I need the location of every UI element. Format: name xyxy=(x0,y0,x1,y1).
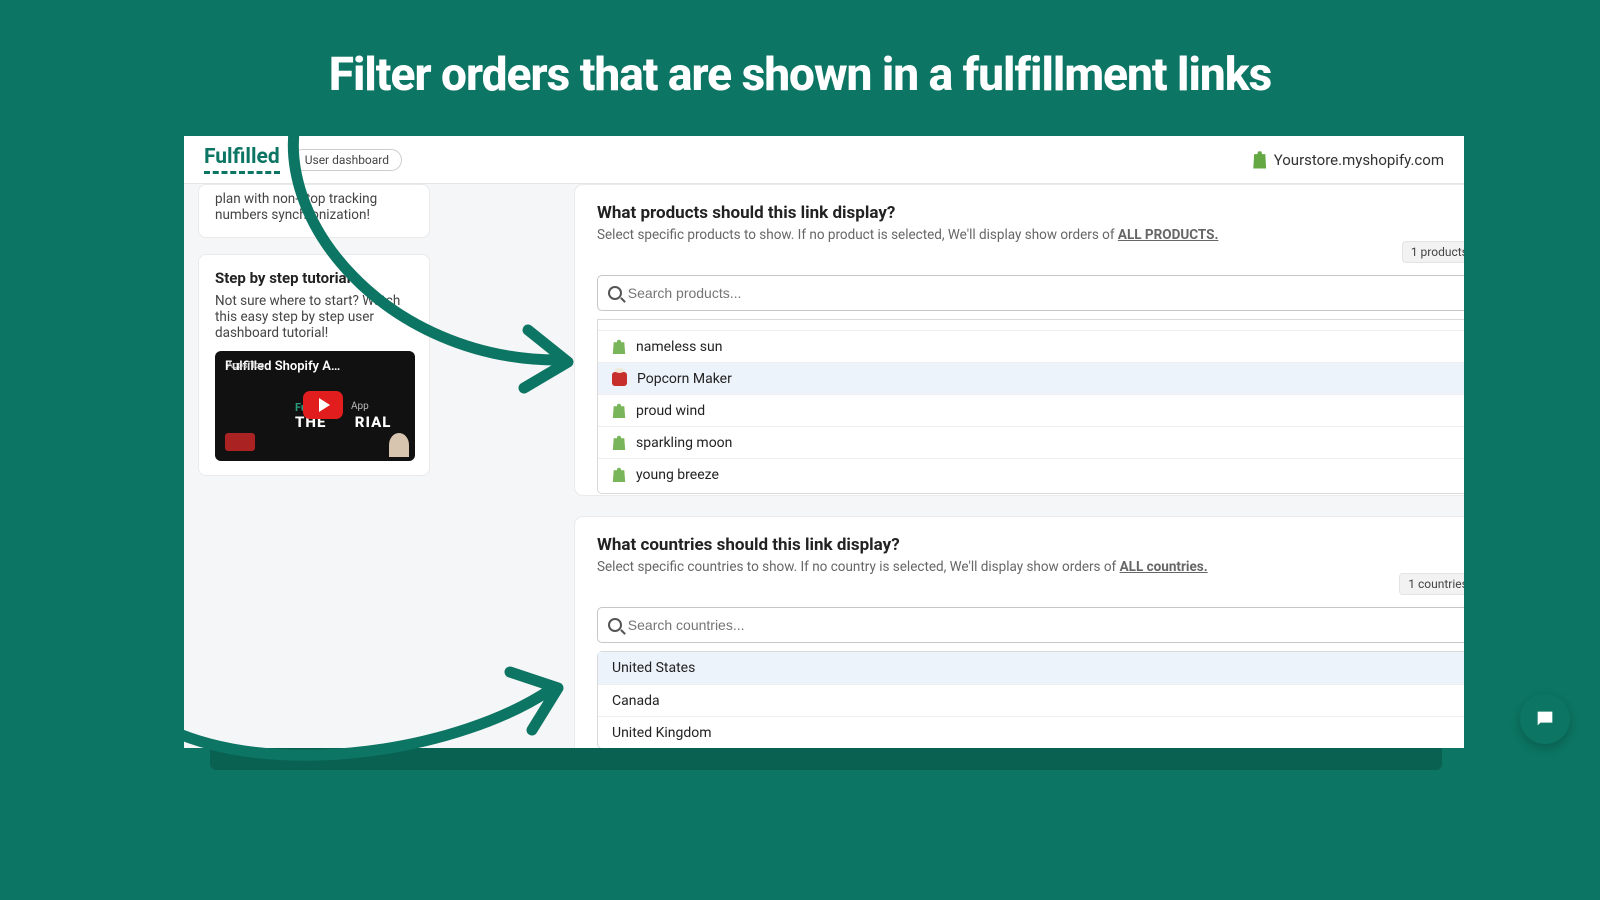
list-item-label: Canada xyxy=(612,693,660,709)
sidebar: plan with non-stop tracking numbers sync… xyxy=(198,184,430,492)
tutorial-card: Step by step tutorial Not sure where to … xyxy=(198,254,430,476)
plan-teaser-text: plan with non-stop tracking numbers sync… xyxy=(215,191,377,223)
video-channel: Appsfilcs xyxy=(227,361,264,371)
topbar: Fulfilled User dashboard Yourstore.mysho… xyxy=(184,136,1464,184)
products-selected-badge: 1 products selected xyxy=(1402,241,1464,263)
countries-listbox[interactable]: United States Canada United Kingdom xyxy=(597,651,1464,748)
list-item-label: nameless sun xyxy=(636,339,722,355)
list-item[interactable]: young breeze xyxy=(598,458,1464,490)
countries-search-input[interactable] xyxy=(628,617,1464,633)
search-icon xyxy=(608,618,622,632)
chat-button[interactable] xyxy=(1520,694,1570,744)
tutorial-text: Not sure where to start? Watch this easy… xyxy=(215,293,413,341)
countries-selected-badge: 1 countries selected xyxy=(1399,573,1464,595)
shopify-bag-icon xyxy=(612,467,626,482)
countries-title: What countries should this link display? xyxy=(597,535,1464,555)
tutorial-title: Step by step tutorial xyxy=(215,269,413,287)
list-item-label: United Kingdom xyxy=(612,725,712,741)
list-item-label: young breeze xyxy=(636,467,719,483)
video-thumbnail[interactable]: Appsfilcs Fulfilled Shopify A… Ful App T… xyxy=(215,351,415,461)
list-item[interactable]: Popcorn Maker xyxy=(598,362,1464,394)
page-headline: Filter orders that are shown in a fulfil… xyxy=(0,0,1600,102)
products-panel: What products should this link display? … xyxy=(574,184,1464,496)
list-item-label: Popcorn Maker xyxy=(637,371,732,387)
shopify-bag-icon xyxy=(1252,151,1268,169)
app-window: Fulfilled User dashboard Yourstore.mysho… xyxy=(184,136,1464,748)
shopify-bag-icon xyxy=(612,339,626,354)
countries-panel: What countries should this link display?… xyxy=(574,516,1464,748)
list-item-label: proud wind xyxy=(636,403,705,419)
countries-search[interactable] xyxy=(597,607,1464,643)
popcorn-icon xyxy=(612,372,627,386)
products-search-input[interactable] xyxy=(628,285,1464,301)
list-item[interactable]: United States xyxy=(598,652,1464,684)
products-desc: Select specific products to show. If no … xyxy=(597,227,1464,243)
video-overlay-word2: App xyxy=(351,401,369,412)
list-item[interactable]: sparkling moon xyxy=(598,426,1464,458)
play-icon[interactable] xyxy=(303,391,343,419)
chat-icon xyxy=(1534,708,1556,730)
list-item[interactable] xyxy=(598,320,1464,330)
list-item[interactable]: proud wind xyxy=(598,394,1464,426)
store-url: Yourstore.myshopify.com xyxy=(1274,151,1444,169)
products-listbox[interactable]: nameless sun Popcorn Maker proud wind spark… xyxy=(597,319,1464,494)
video-presenter-icon xyxy=(389,433,409,457)
list-item-label: United States xyxy=(612,660,695,676)
video-mini-icon xyxy=(225,433,255,451)
shopify-bag-icon xyxy=(612,435,626,450)
list-item[interactable]: nameless sun xyxy=(598,330,1464,362)
products-title: What products should this link display? xyxy=(597,203,1464,223)
list-item[interactable]: United Kingdom xyxy=(598,716,1464,748)
brand-logo: Fulfilled xyxy=(204,145,280,174)
list-item[interactable]: Canada xyxy=(598,684,1464,716)
store-display: Yourstore.myshopify.com xyxy=(1252,151,1444,169)
list-item-label: sparkling moon xyxy=(636,435,732,451)
shopify-bag-icon xyxy=(612,403,626,418)
search-icon xyxy=(608,286,622,300)
dashboard-chip[interactable]: User dashboard xyxy=(292,149,402,171)
countries-desc: Select specific countries to show. If no… xyxy=(597,559,1464,575)
plan-teaser-card: plan with non-stop tracking numbers sync… xyxy=(198,184,430,238)
products-search[interactable] xyxy=(597,275,1464,311)
